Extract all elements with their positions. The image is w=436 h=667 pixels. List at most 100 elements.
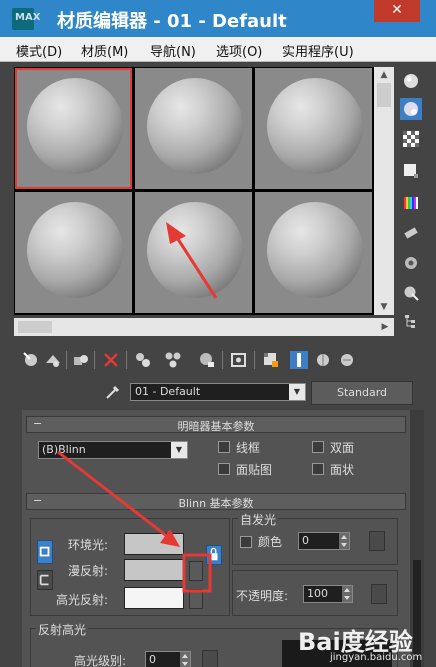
eyedropper-icon[interactable] xyxy=(104,383,122,401)
specular-level-map-button[interactable] xyxy=(202,650,218,667)
video-color-check-button[interactable] xyxy=(400,192,422,214)
sample-type-button[interactable] xyxy=(400,70,422,92)
go-to-parent-icon[interactable] xyxy=(314,351,332,369)
faceted-label: 面状 xyxy=(330,463,355,477)
sample-slot-4[interactable] xyxy=(15,192,132,313)
opacity-label: 不透明度: xyxy=(236,589,289,603)
scroll-down-icon[interactable]: ▼ xyxy=(374,299,394,315)
spinner-arrows-icon[interactable] xyxy=(339,533,349,549)
lock-ambient-diffuse-button[interactable] xyxy=(37,540,53,564)
face-map-checkbox[interactable] xyxy=(218,463,230,475)
specular-level-spinner[interactable]: 0 xyxy=(145,651,191,667)
material-id-channel-icon[interactable] xyxy=(230,351,248,369)
film-icon xyxy=(404,227,418,239)
sample-sphere xyxy=(147,202,243,298)
close-button[interactable]: ✕ xyxy=(374,0,420,22)
material-toolbar xyxy=(14,348,424,372)
app-icon-text: MAX xyxy=(15,12,41,23)
scrollbar-thumb[interactable] xyxy=(377,83,391,107)
diffuse-map-button[interactable] xyxy=(189,561,203,581)
sphere-icon xyxy=(404,74,418,88)
menu-bar: 模式(D) 材质(M) 导航(N) 选项(O) 实用程序(U) xyxy=(0,37,436,62)
chevron-down-icon[interactable]: ▼ xyxy=(171,442,187,458)
show-end-result-icon[interactable] xyxy=(290,351,308,369)
self-illumination-title: 自发光 xyxy=(238,511,279,528)
gear-icon xyxy=(405,257,417,269)
backlight-icon xyxy=(404,102,418,116)
background-button[interactable] xyxy=(400,128,422,150)
baidu-jingyan-watermark: Bai度经验 jingyan.baidu.com xyxy=(298,620,436,667)
sample-slot-5[interactable] xyxy=(135,192,252,313)
self-illum-spinner[interactable]: 0 xyxy=(298,532,350,550)
sample-slot-2[interactable] xyxy=(135,68,252,189)
two-sided-checkbox[interactable] xyxy=(312,441,324,453)
wire-checkbox[interactable] xyxy=(218,441,230,453)
go-forward-to-sibling-icon[interactable] xyxy=(338,351,356,369)
specular-level-value: 0 xyxy=(149,653,156,666)
specular-color-swatch[interactable] xyxy=(124,587,184,609)
sample-slot-3[interactable] xyxy=(255,68,372,189)
self-illum-map-button[interactable] xyxy=(369,531,385,551)
checker-icon xyxy=(403,131,419,147)
uv-tiling-button[interactable] xyxy=(400,160,422,182)
spinner-arrows-icon[interactable] xyxy=(342,586,352,602)
sample-sphere xyxy=(267,202,363,298)
specular-label: 高光反射: xyxy=(56,593,109,607)
opacity-spinner[interactable]: 100 xyxy=(303,585,353,603)
reset-map-x-icon[interactable] xyxy=(102,351,120,369)
menu-options[interactable]: 选项(O) xyxy=(216,41,262,60)
specular-highlights-title: 反射高光 xyxy=(36,621,89,638)
spinner-arrows-icon[interactable] xyxy=(180,652,190,667)
navigator-icon xyxy=(405,315,415,328)
menu-mode[interactable]: 模式(D) xyxy=(16,41,62,60)
scroll-up-icon[interactable]: ▲ xyxy=(374,67,394,83)
self-illum-color-checkbox[interactable] xyxy=(240,536,252,548)
shader-type-dropdown[interactable]: (B)Blinn ▼ xyxy=(38,441,188,459)
slots-horizontal-scrollbar[interactable]: ▶ xyxy=(14,318,394,336)
show-map-in-viewport-icon[interactable] xyxy=(262,351,280,369)
two-sided-label: 双面 xyxy=(330,441,355,455)
blinn-basic-params-header[interactable]: − Blinn 基本参数 xyxy=(26,493,406,510)
material-type-button[interactable]: Standard xyxy=(311,381,413,405)
opacity-map-button[interactable] xyxy=(371,584,387,604)
lock-icon xyxy=(209,547,218,561)
sample-sphere xyxy=(27,202,123,298)
scrollbar-thumb[interactable] xyxy=(18,321,52,333)
menu-utilities[interactable]: 实用程序(U) xyxy=(282,41,354,60)
slots-vertical-scrollbar[interactable]: ▲ ▼ xyxy=(374,67,394,315)
specular-map-button[interactable] xyxy=(189,589,203,609)
make-unique-icon[interactable] xyxy=(164,351,182,369)
menu-navigation[interactable]: 导航(N) xyxy=(150,41,196,60)
toolbar-separator xyxy=(66,351,67,369)
face-map-label: 面贴图 xyxy=(236,463,273,477)
get-material-icon[interactable] xyxy=(22,351,40,369)
scroll-right-icon[interactable]: ▶ xyxy=(376,318,394,336)
options-button[interactable] xyxy=(400,252,422,274)
diffuse-label: 漫反射: xyxy=(68,564,109,578)
lock-diffuse-specular-button[interactable] xyxy=(37,570,53,590)
sample-slot-6[interactable] xyxy=(255,192,372,313)
sample-slot-1[interactable] xyxy=(15,68,132,189)
material-map-navigator-button[interactable] xyxy=(400,310,422,332)
select-by-material-button[interactable] xyxy=(400,282,422,304)
ambient-color-swatch[interactable] xyxy=(124,533,184,555)
sample-slots xyxy=(14,67,374,315)
copy-material-icon[interactable] xyxy=(134,351,152,369)
make-preview-button[interactable] xyxy=(400,222,422,244)
chevron-down-icon[interactable]: ▼ xyxy=(289,384,305,400)
faceted-checkbox[interactable] xyxy=(312,463,324,475)
sample-sphere xyxy=(267,78,363,174)
wire-label: 线框 xyxy=(236,441,261,455)
material-name-dropdown[interactable]: 01 - Default ▼ xyxy=(130,383,306,401)
put-material-icon[interactable] xyxy=(44,351,62,369)
diffuse-color-swatch[interactable] xyxy=(124,559,184,581)
assign-material-icon[interactable] xyxy=(72,351,90,369)
menu-material[interactable]: 材质(M) xyxy=(81,41,128,60)
put-to-library-icon[interactable] xyxy=(198,351,216,369)
backlight-button[interactable] xyxy=(400,98,422,120)
shader-basic-params-header[interactable]: − 明暗器基本参数 xyxy=(26,416,406,433)
lock-map-button[interactable] xyxy=(206,545,222,565)
select-material-icon xyxy=(404,286,419,301)
title-bar: MAX 材质编辑器 - 01 - Default ✕ xyxy=(0,0,436,37)
self-illum-color-label: 颜色 xyxy=(258,535,283,549)
